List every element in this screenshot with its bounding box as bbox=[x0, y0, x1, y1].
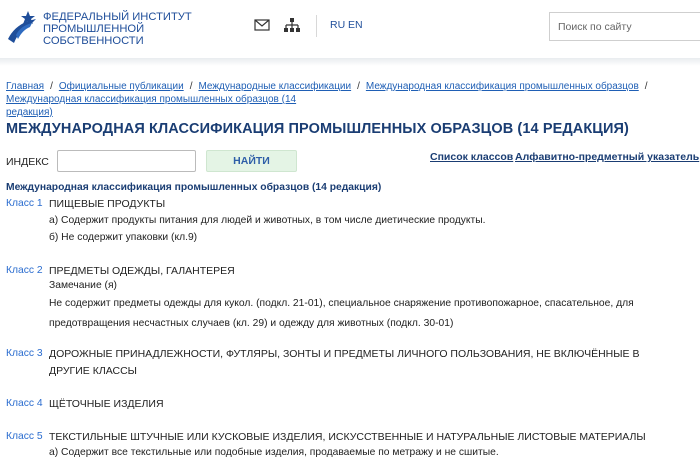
org-name-line-2: ПРОМЫШЛЕННОЙ bbox=[43, 23, 145, 36]
breadcrumb-current-prefix[interactable]: Международная классификация промышленных… bbox=[6, 94, 296, 105]
breadcrumb-separator: / bbox=[357, 81, 360, 92]
header-shadow bbox=[0, 58, 700, 66]
org-name-line-1: ФЕДЕРАЛЬНЫЙ ИНСТИТУТ bbox=[43, 11, 192, 23]
class-4-title: ЩЁТОЧНЫЕ ИЗДЕЛИЯ bbox=[49, 398, 164, 410]
class-1-title: ПИЩЕВЫЕ ПРОДУКТЫ bbox=[49, 198, 166, 210]
class-5-link[interactable]: Класс 5 bbox=[6, 431, 43, 442]
class-2-remark: Замечание (я) bbox=[49, 280, 117, 291]
find-button[interactable]: НАЙТИ bbox=[206, 150, 297, 172]
class-5-note-a: а) Содержит все текстильные или подобные… bbox=[49, 447, 499, 458]
org-name-line-3: СОБСТВЕННОСТИ bbox=[43, 35, 144, 48]
breadcrumb-separator: / bbox=[189, 81, 193, 92]
index-input[interactable] bbox=[57, 150, 196, 172]
fips-logo-icon[interactable] bbox=[6, 9, 38, 47]
breadcrumb: Главная / Официальные публикации / Междунаро… bbox=[6, 80, 700, 119]
breadcrumb-international-classifications[interactable]: Международные классификации bbox=[198, 81, 351, 92]
breadcrumb-mkpo[interactable]: Международная классификация промышленных… bbox=[366, 81, 639, 92]
lang-en-link[interactable]: EN bbox=[348, 19, 363, 31]
breadcrumb-current-suffix[interactable]: редакция) bbox=[6, 107, 53, 118]
org-name[interactable]: ФЕДЕРАЛЬНЫЙ ИНСТИТУТ ПРОМЫШЛЕННОЙ СОБСТВ… bbox=[43, 11, 192, 48]
class-3-title: ДОРОЖНЫЕ ПРИНАДЛЕЖНОСТИ, ФУТЛЯРЫ, ЗОНТЫ … bbox=[49, 348, 640, 377]
sitemap-icon[interactable] bbox=[284, 18, 300, 32]
site-search-input[interactable] bbox=[549, 12, 700, 41]
site-header: ФЕДЕРАЛЬНЫЙ ИНСТИТУТ ПРОМЫШЛЕННОЙ СОБСТВ… bbox=[0, 0, 700, 58]
breadcrumb-official-publications[interactable]: Официальные публикации bbox=[59, 81, 184, 92]
class-2-link[interactable]: Класс 2 bbox=[6, 265, 43, 276]
class-1-note-b: б) Не содержит упаковки (кл.9) bbox=[49, 232, 198, 243]
class-list-link[interactable]: Список классов bbox=[430, 151, 513, 163]
page-title: МЕЖДУНАРОДНАЯ КЛАССИФИКАЦИЯ ПРОМЫШЛЕННЫХ… bbox=[6, 121, 629, 137]
index-label: ИНДЕКС bbox=[6, 156, 49, 168]
envelope-icon[interactable] bbox=[254, 18, 270, 32]
classification-subtitle: Международная классификация промышленных… bbox=[6, 182, 382, 193]
class-2-note: Не содержит предметы одежды для кукол. (… bbox=[49, 298, 634, 329]
lang-ru-link[interactable]: RU bbox=[330, 19, 345, 31]
breadcrumb-separator: / bbox=[644, 81, 648, 92]
breadcrumb-home[interactable]: Главная bbox=[6, 81, 44, 92]
breadcrumb-separator: / bbox=[50, 81, 53, 92]
alphabetic-index-link[interactable]: Алфавитно-предметный указатель bbox=[515, 151, 699, 163]
class-4-link[interactable]: Класс 4 bbox=[6, 398, 43, 409]
header-divider bbox=[316, 15, 317, 37]
class-3-link[interactable]: Класс 3 bbox=[6, 348, 43, 359]
class-1-link[interactable]: Класс 1 bbox=[6, 198, 43, 209]
